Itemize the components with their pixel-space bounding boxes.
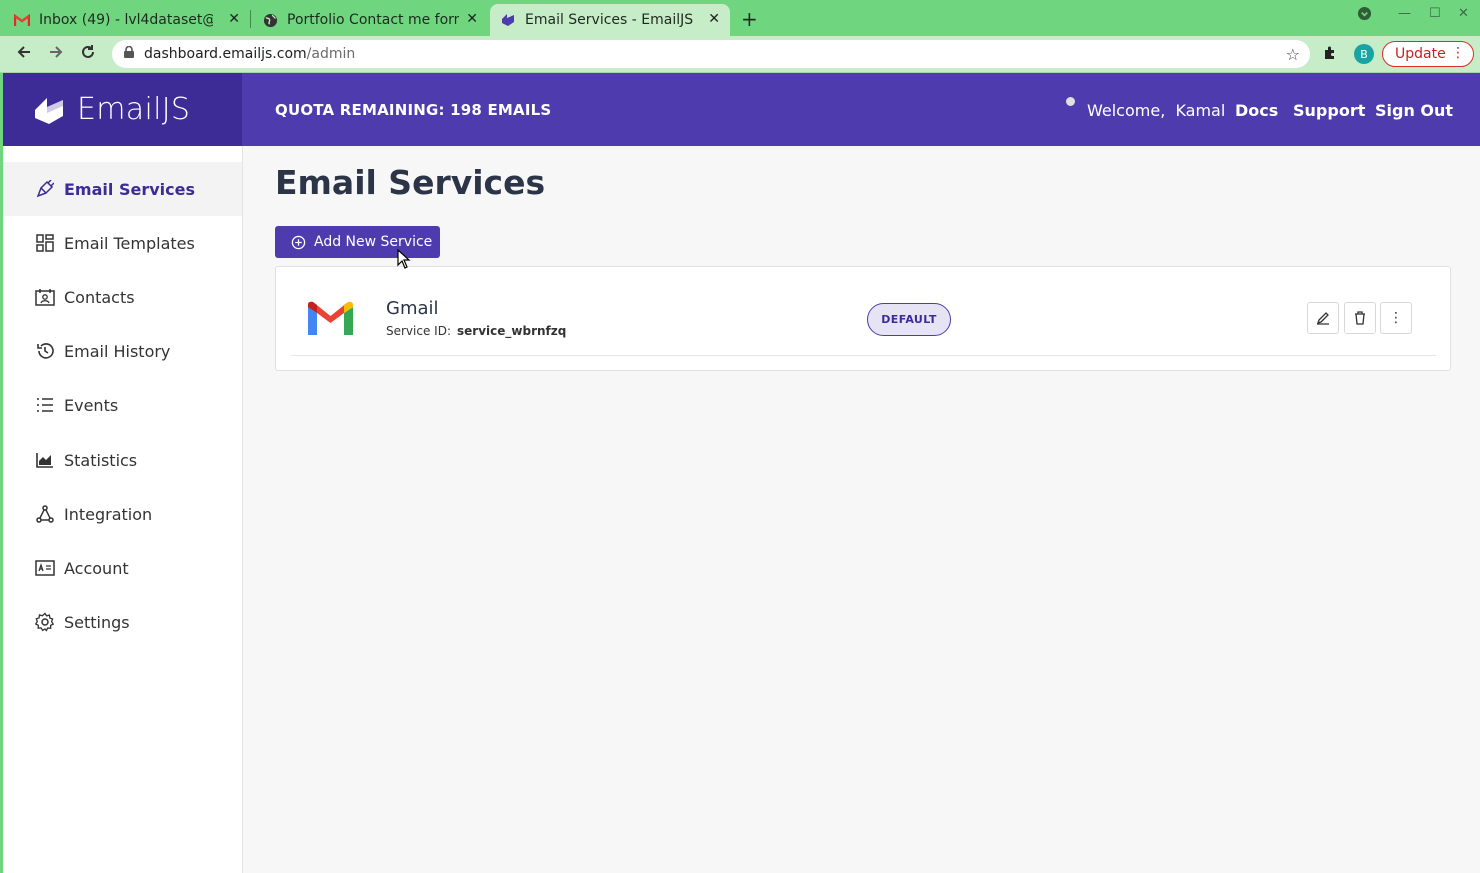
tab-title: Portfolio Contact me form <box>287 12 459 28</box>
tab-divider <box>250 10 251 28</box>
sidebar-item-label: Events <box>64 395 119 415</box>
browser-tab-inbox[interactable]: Inbox (49) - lvl4dataset@gmail.com ✕ <box>14 4 250 36</box>
browser-tab-bar: Inbox (49) - lvl4dataset@gmail.com ✕ Por… <box>0 0 1480 36</box>
back-icon[interactable] <box>16 44 32 65</box>
close-icon[interactable]: ✕ <box>466 11 478 27</box>
add-new-service-button[interactable]: Add New Service <box>275 226 440 258</box>
kebab-menu-icon[interactable]: ⋮ <box>1451 45 1465 61</box>
sidebar-item-email-history[interactable]: Email History <box>3 324 242 378</box>
extensions-icon[interactable] <box>1322 45 1338 65</box>
page-title: Email Services <box>275 163 546 202</box>
minimize-icon[interactable]: — <box>1398 6 1411 21</box>
sidebar-item-integration[interactable]: Integration <box>3 487 242 541</box>
browser-toolbar: dashboard.emailjs.com/admin ☆ B Update ⋮ <box>0 36 1480 73</box>
sidebar-item-contacts[interactable]: Contacts <box>3 270 242 324</box>
url-path: /admin <box>306 46 356 62</box>
sign-out-link[interactable]: Sign Out <box>1375 101 1453 120</box>
gmail-logo-icon <box>308 301 353 335</box>
add-new-service-label: Add New Service <box>314 234 433 250</box>
sidebar-item-email-templates[interactable]: Email Templates <box>3 216 242 270</box>
update-label: Update <box>1395 46 1446 62</box>
kebab-menu-icon: ⋮ <box>1389 310 1403 326</box>
sidebar-item-label: Email Services <box>64 179 195 199</box>
sidebar-item-label: Settings <box>64 612 130 632</box>
support-link[interactable]: Support <box>1293 101 1365 120</box>
delete-service-button[interactable] <box>1344 302 1376 334</box>
globe-icon <box>262 12 278 28</box>
trash-icon <box>1355 311 1365 325</box>
sidebar-item-label: Account <box>64 558 129 578</box>
chart-icon <box>34 449 56 471</box>
reload-icon[interactable] <box>80 44 96 65</box>
tab-search-icon[interactable] <box>1357 6 1372 25</box>
sidebar-item-label: Statistics <box>64 450 138 470</box>
sidebar-item-label: Contacts <box>64 287 135 307</box>
edit-service-button[interactable] <box>1307 302 1339 334</box>
close-icon[interactable]: ✕ <box>228 11 240 27</box>
emailjs-icon <box>500 12 516 28</box>
sidebar-item-account[interactable]: Account <box>3 541 242 595</box>
service-id-value: service_wbrnfzq <box>457 324 567 338</box>
forward-icon[interactable] <box>48 44 64 65</box>
status-dot-icon <box>1066 97 1075 106</box>
url-host: dashboard.emailjs.com <box>144 46 307 62</box>
service-card: Gmail Service ID: service_wbrnfzq DEFAULT… <box>275 266 1451 371</box>
profile-avatar[interactable]: B <box>1354 44 1374 64</box>
service-name: Gmail <box>386 298 439 319</box>
welcome-text: Welcome, Kamal <box>1087 101 1226 120</box>
browser-tab-emailjs[interactable]: Email Services - EmailJS ✕ <box>490 4 730 36</box>
new-tab-icon[interactable]: + <box>741 7 758 31</box>
docs-link[interactable]: Docs <box>1235 101 1278 120</box>
account-icon <box>34 557 56 579</box>
integration-icon <box>34 503 56 525</box>
sidebar-item-label: Integration <box>64 504 153 524</box>
address-bar[interactable]: dashboard.emailjs.com/admin ☆ <box>112 40 1310 68</box>
tab-title: Inbox (49) - lvl4dataset@gmail.com <box>39 12 213 28</box>
lock-icon <box>124 45 134 62</box>
brand-name: EmailJS <box>77 92 191 127</box>
brand-logo-link[interactable]: EmailJS <box>3 73 242 146</box>
pencil-icon <box>1316 312 1329 325</box>
templates-icon <box>34 232 56 254</box>
close-icon[interactable]: ✕ <box>708 11 720 27</box>
update-button[interactable]: Update ⋮ <box>1382 41 1474 67</box>
row-divider <box>291 355 1436 356</box>
more-options-button[interactable]: ⋮ <box>1380 302 1412 334</box>
gear-icon <box>34 611 56 633</box>
browser-tab-portfolio[interactable]: Portfolio Contact me form ✕ <box>254 4 488 36</box>
bookmark-star-icon[interactable]: ☆ <box>1286 45 1300 64</box>
sidebar-item-settings[interactable]: Settings <box>3 595 242 649</box>
mouse-cursor-icon <box>397 249 411 269</box>
sidebar: Email Services Email Templates Contacts … <box>3 146 243 873</box>
gmail-icon <box>14 12 30 28</box>
default-badge: DEFAULT <box>867 303 951 336</box>
close-window-icon[interactable]: ✕ <box>1458 6 1469 21</box>
maximize-icon[interactable]: ☐ <box>1429 6 1441 21</box>
emailjs-logo-icon <box>35 97 63 124</box>
sidebar-item-events[interactable]: Events <box>3 378 242 432</box>
quota-remaining: QUOTA REMAINING: 198 EMAILS <box>275 101 552 119</box>
tab-title: Email Services - EmailJS <box>525 12 694 28</box>
service-id: Service ID: service_wbrnfzq <box>386 324 566 338</box>
service-id-label: Service ID: <box>386 324 451 338</box>
contacts-icon <box>34 286 56 308</box>
sidebar-item-statistics[interactable]: Statistics <box>3 433 242 487</box>
sidebar-item-label: Email History <box>64 341 171 361</box>
app-header: EmailJS QUOTA REMAINING: 198 EMAILS Welc… <box>3 73 1480 146</box>
history-icon <box>34 340 56 362</box>
plus-circle-icon <box>291 235 306 249</box>
sidebar-item-email-services[interactable]: Email Services <box>3 162 242 216</box>
list-icon <box>34 394 56 416</box>
plug-icon <box>34 178 56 200</box>
sidebar-item-label: Email Templates <box>64 233 195 253</box>
